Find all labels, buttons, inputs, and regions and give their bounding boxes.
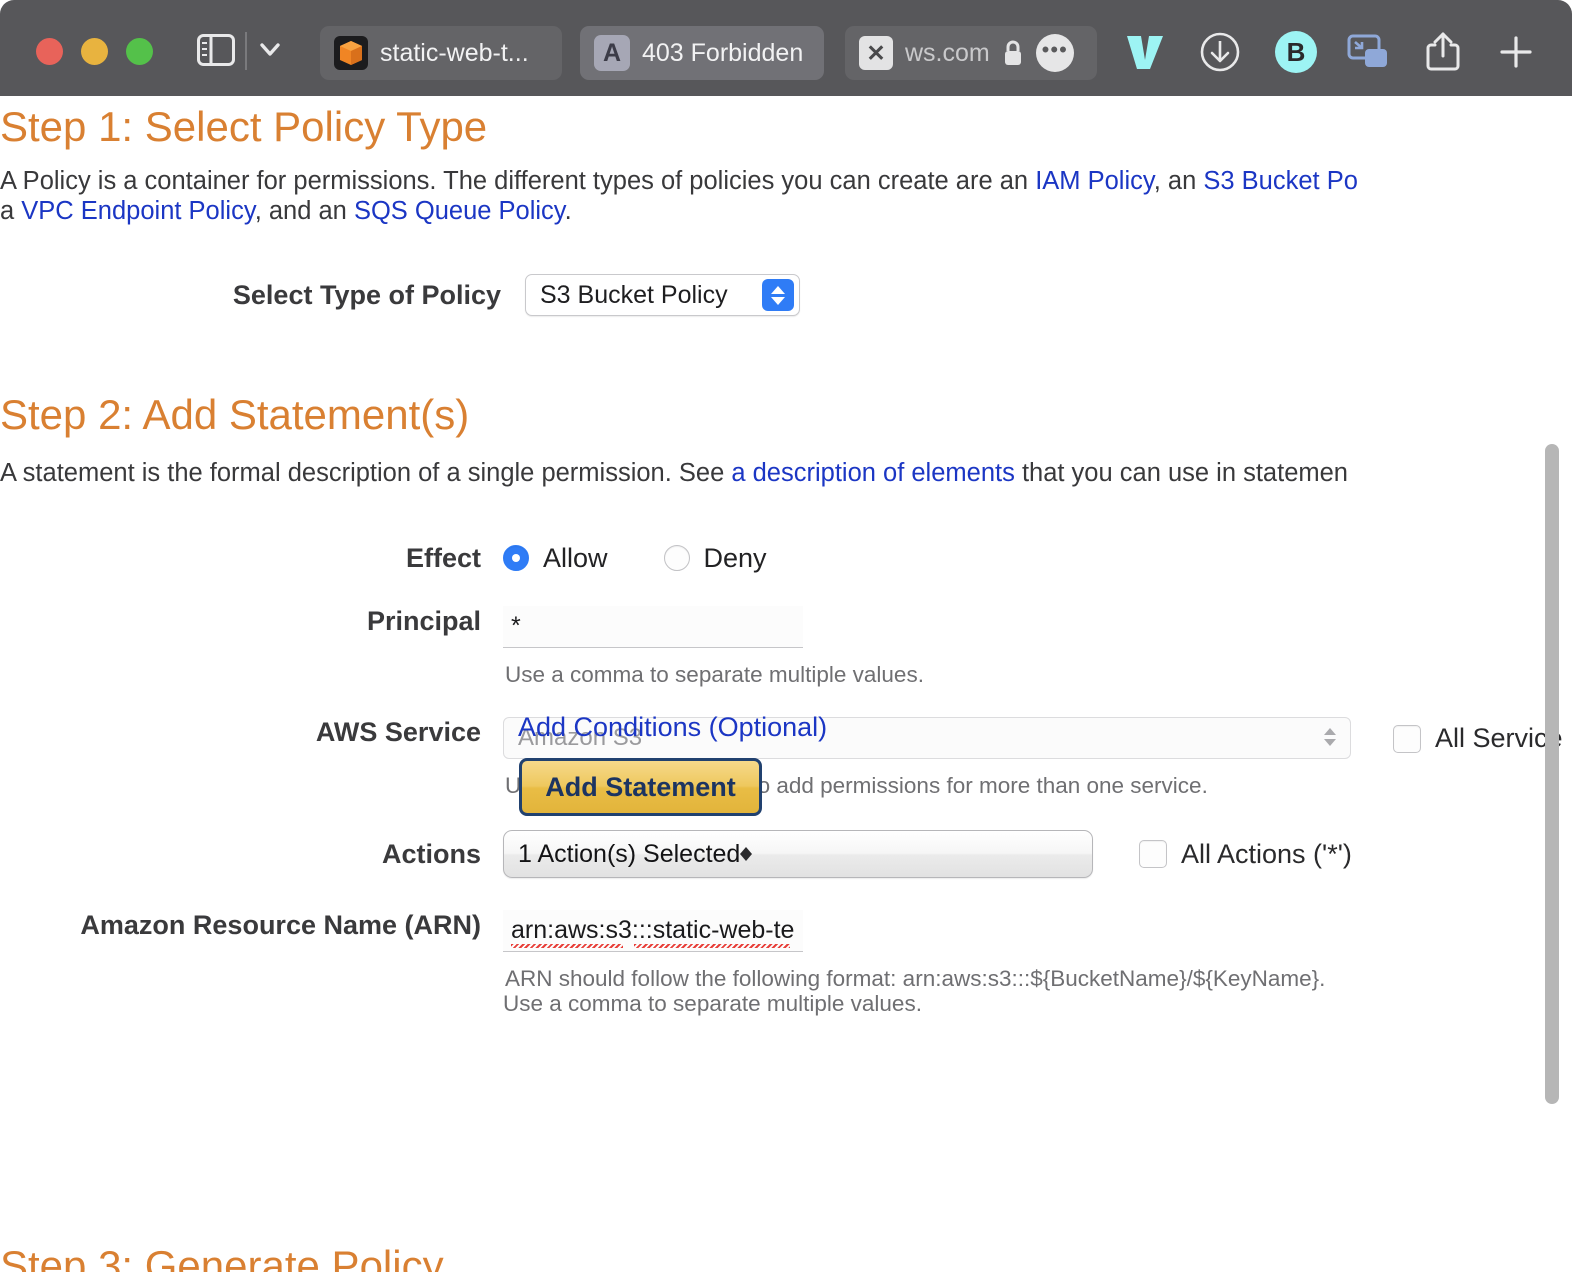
link-description-of-elements[interactable]: a description of elements <box>731 459 1015 487</box>
bitwarden-b-icon[interactable]: B <box>1272 30 1320 74</box>
page-content: Step 1: Select Policy Type A Policy is a… <box>0 96 1572 1272</box>
spellcheck-underline <box>634 944 790 948</box>
spellcheck-underline <box>511 944 623 948</box>
arn-row: Amazon Resource Name (ARN) ARN should fo… <box>0 910 1572 1016</box>
close-window-button[interactable] <box>36 38 63 65</box>
text-fragment: A statement is the formal description of… <box>0 459 732 487</box>
actions-value: 1 Action(s) Selected <box>518 839 741 868</box>
tab-title: 403 Forbidden <box>642 38 804 67</box>
text-fragment: a <box>0 197 22 225</box>
aws-service-label: AWS Service <box>315 717 481 747</box>
principal-field-group: Use a comma to separate multiple values. <box>503 606 924 687</box>
text-fragment: , and an <box>254 197 354 225</box>
step3-heading: Step 3: Generate Policy <box>0 1242 444 1272</box>
new-tab-plus-icon[interactable] <box>1493 30 1539 74</box>
radio-label: Deny <box>703 542 767 573</box>
link-iam-policy[interactable]: IAM Policy <box>1035 167 1154 195</box>
lock-icon <box>1002 39 1024 67</box>
step2-paragraph: A statement is the formal description of… <box>0 458 1348 488</box>
all-actions-label: All Actions ('*') <box>1181 838 1352 869</box>
all-services-label: All Service <box>1435 723 1563 753</box>
all-actions-checkbox[interactable] <box>1139 840 1167 868</box>
step1-paragraph-line1: A Policy is a container for permissions.… <box>0 166 1358 196</box>
effect-radio-deny[interactable]: Deny <box>663 542 767 574</box>
step2-heading: Step 2: Add Statement(s) <box>0 391 470 438</box>
effect-row: Effect Allow Deny <box>0 526 1572 590</box>
zoom-window-button[interactable] <box>126 38 153 65</box>
text-fragment: that you can use in statemen <box>1014 459 1348 487</box>
select-policy-type-label: Select Type of Policy <box>232 279 501 310</box>
browser-tab-2[interactable]: A 403 Forbidden <box>580 26 824 80</box>
effect-label: Effect <box>405 542 481 573</box>
radio-indicator[interactable] <box>503 545 529 571</box>
add-statement-button[interactable]: Add Statement <box>519 758 762 816</box>
text-fragment: A Policy is a container for permissions.… <box>0 167 1036 195</box>
link-sqs-queue-policy[interactable]: SQS Queue Policy <box>354 197 565 225</box>
policy-type-select[interactable]: S3 Bucket Policy <box>525 274 800 316</box>
effect-radio-allow[interactable]: Allow <box>503 543 608 574</box>
toolbar-divider <box>245 32 247 70</box>
principal-input[interactable] <box>503 606 803 648</box>
step1-paragraph-line2: a VPC Endpoint Policy, and an SQS Queue … <box>0 196 572 226</box>
share-icon[interactable] <box>1420 30 1466 74</box>
vertical-scrollbar[interactable] <box>1545 444 1559 1104</box>
principal-row: Principal Use a comma to separate multip… <box>0 606 1572 687</box>
actions-select[interactable]: 1 Action(s) Selected <box>503 830 1093 878</box>
text-fragment: , an <box>1153 167 1204 195</box>
step1-heading: Step 1: Select Policy Type <box>0 103 488 150</box>
effect-radio-group: Allow Deny <box>503 543 767 574</box>
all-actions-checkbox-wrap[interactable]: All Actions ('*') <box>1139 839 1352 870</box>
letter-a-icon: A <box>594 35 630 71</box>
principal-hint: Use a comma to separate multiple values. <box>505 662 924 687</box>
browser-tab-3[interactable]: ✕ ws.com ••• <box>845 26 1097 80</box>
add-conditions-link[interactable]: Add Conditions (Optional) <box>518 712 827 743</box>
downloads-icon[interactable] <box>1197 30 1243 74</box>
all-services-checkbox[interactable] <box>1393 724 1421 753</box>
minimize-window-button[interactable] <box>81 38 108 65</box>
radio-indicator[interactable] <box>663 545 690 571</box>
text-fragment: . <box>564 197 572 225</box>
arn-hint-line1: ARN should follow the following format: … <box>505 966 1326 991</box>
chevron-down-icon[interactable] <box>256 38 284 60</box>
select-policy-type-row: Select Type of Policy S3 Bucket Policy <box>0 274 800 316</box>
principal-label: Principal <box>366 606 481 636</box>
ellipsis-icon[interactable]: ••• <box>1035 34 1074 72</box>
chevron-updown-icon <box>1324 728 1336 746</box>
s3-bucket-cube-icon <box>334 36 368 70</box>
actions-label: Actions <box>381 838 481 869</box>
arn-label: Amazon Resource Name (ARN) <box>80 910 481 940</box>
all-services-checkbox-wrap[interactable]: All Service <box>1393 723 1563 754</box>
tab-title: static-web-t... <box>380 38 529 67</box>
close-x-icon[interactable]: ✕ <box>859 36 893 70</box>
sidebar-icon[interactable] <box>197 34 235 66</box>
policy-type-value: S3 Bucket Policy <box>540 280 728 309</box>
chevron-updown-icon <box>740 847 753 861</box>
picture-in-picture-icon[interactable] <box>1345 30 1393 74</box>
arn-field-group: ARN should follow the following format: … <box>503 910 1325 1016</box>
extension-badge: B <box>1275 31 1317 73</box>
link-vpc-endpoint-policy[interactable]: VPC Endpoint Policy <box>21 197 254 225</box>
tab-title: ws.com <box>905 38 990 67</box>
chevron-updown-icon[interactable] <box>762 279 794 311</box>
statement-form: Effect Allow Deny Principal * Use a comm… <box>0 526 1572 1017</box>
vimeo-v-icon[interactable] <box>1122 30 1168 74</box>
link-s3-bucket-policy[interactable]: S3 Bucket Po <box>1203 167 1358 195</box>
arn-input-wrap <box>503 910 803 952</box>
radio-label: Allow <box>543 542 608 573</box>
browser-titlebar: static-web-t... A 403 Forbidden ✕ ws.com… <box>0 0 1572 96</box>
arn-hint-line2: Use a comma to separate multiple values. <box>503 991 922 1016</box>
browser-tab-1[interactable]: static-web-t... <box>320 26 562 80</box>
actions-row: Actions 1 Action(s) Selected All Actions… <box>0 830 1572 878</box>
browser-window: static-web-t... A 403 Forbidden ✕ ws.com… <box>0 0 1572 1272</box>
window-controls <box>36 38 153 65</box>
